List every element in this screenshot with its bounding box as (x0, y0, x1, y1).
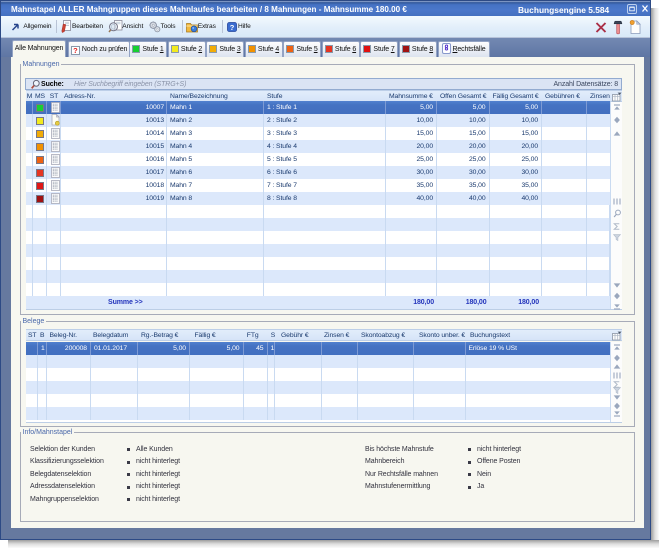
svg-text:?: ? (230, 22, 235, 31)
